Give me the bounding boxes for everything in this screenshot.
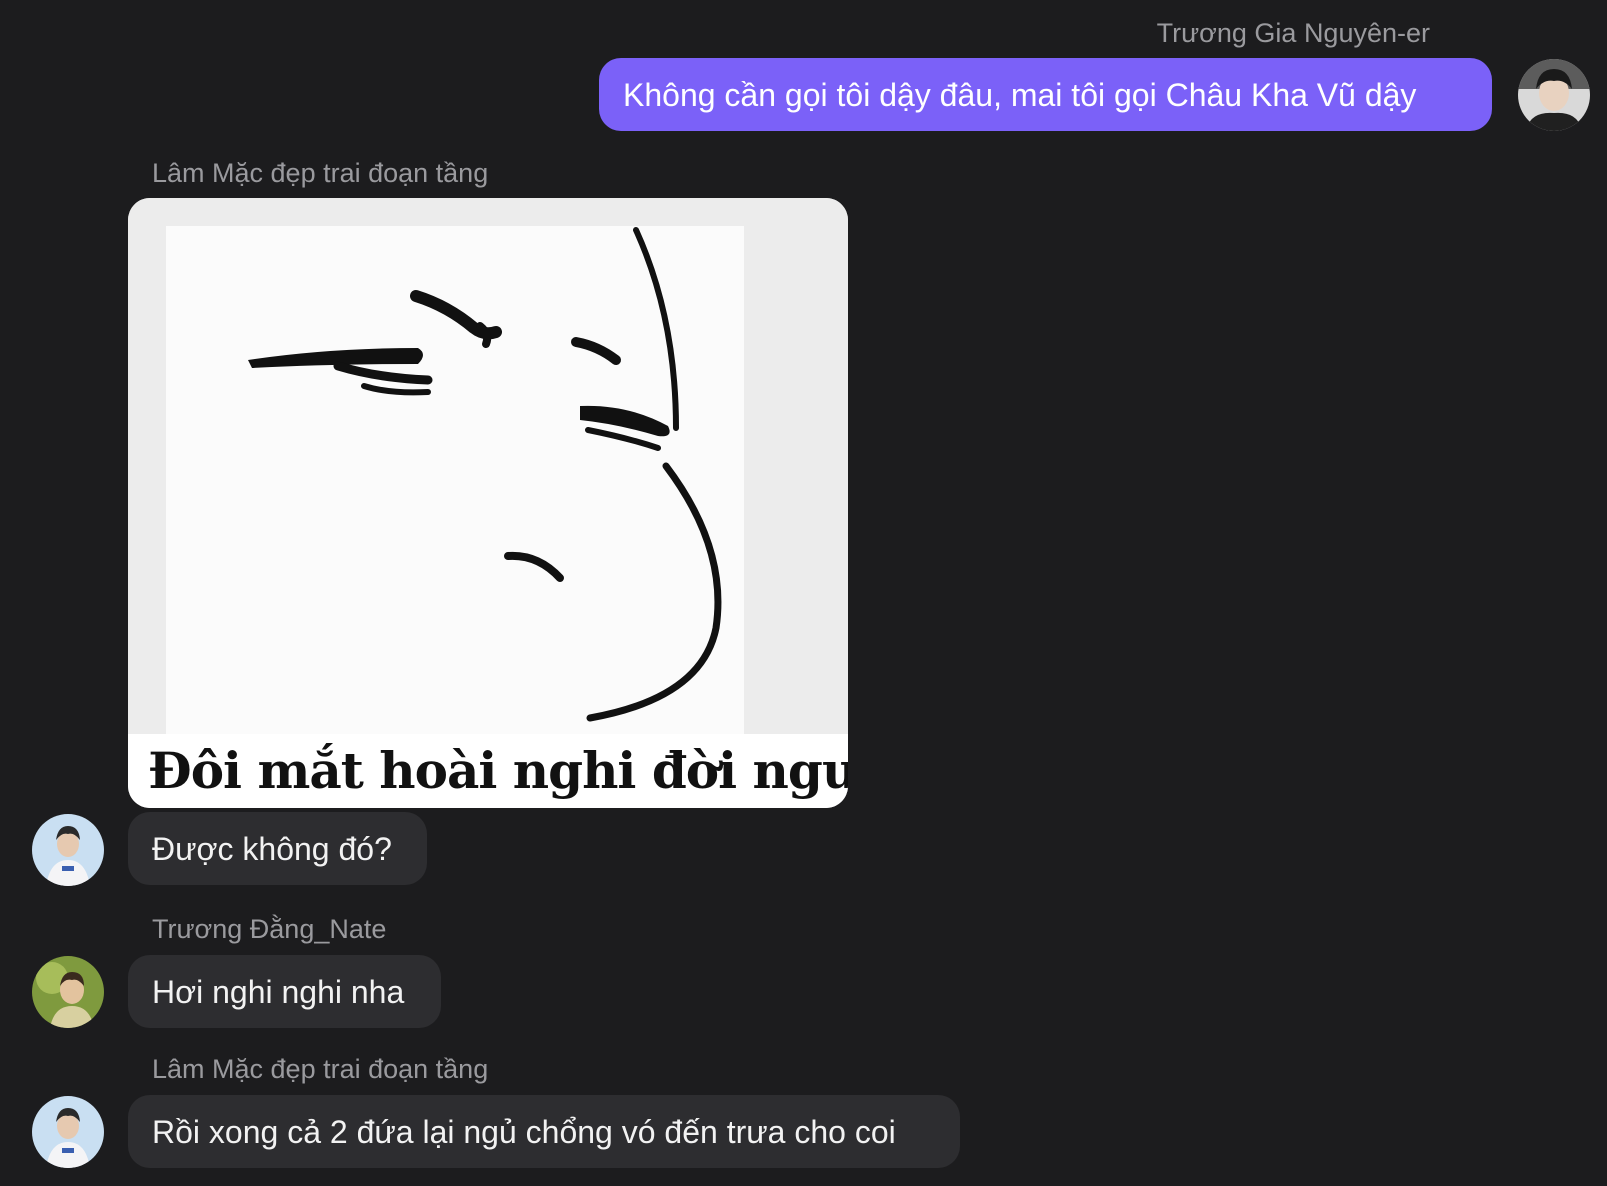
sticker-image[interactable]: Đôi mắt hoài nghi đời người — [128, 198, 848, 808]
incoming-message-bubble[interactable]: Được không đó? — [128, 812, 427, 885]
doubtful-face-sticker-icon — [128, 198, 848, 738]
avatar-lam-mac[interactable] — [32, 1096, 104, 1168]
incoming-message-bubble[interactable]: Hơi nghi nghi nha — [128, 955, 441, 1028]
user-photo-icon — [32, 956, 104, 1028]
user-photo-icon — [32, 1096, 104, 1168]
avatar-truong-dang[interactable] — [32, 956, 104, 1028]
sender-name-truong-gia-nguyen: Trương Gia Nguyên-er — [1156, 18, 1430, 48]
sticker-caption: Đôi mắt hoài nghi đời người — [128, 734, 848, 808]
avatar-truong-gia-nguyen[interactable] — [1518, 59, 1590, 131]
sender-name-lam-mac: Lâm Mặc đẹp trai đoạn tầng — [152, 1054, 489, 1084]
user-photo-icon — [32, 814, 104, 886]
incoming-message-bubble[interactable]: Rồi xong cả 2 đứa lại ngủ chổng vó đến t… — [128, 1095, 960, 1168]
sender-name-lam-mac: Lâm Mặc đẹp trai đoạn tầng — [152, 158, 489, 188]
user-photo-icon — [1518, 59, 1590, 131]
sender-name-truong-dang: Trương Đằng_Nate — [152, 914, 387, 944]
avatar-lam-mac[interactable] — [32, 814, 104, 886]
outgoing-message-bubble[interactable]: Không cần gọi tôi dậy đâu, mai tôi gọi C… — [599, 58, 1492, 131]
